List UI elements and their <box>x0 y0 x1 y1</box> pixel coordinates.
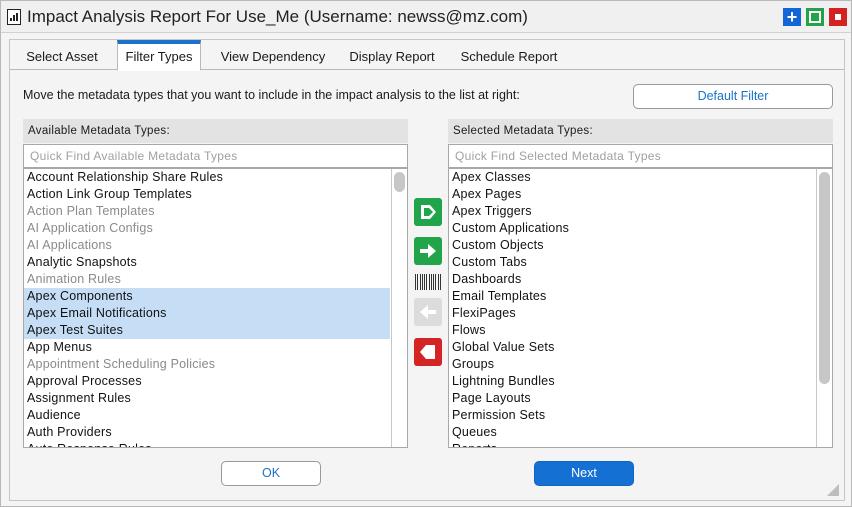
available-scrollbar[interactable] <box>391 169 407 447</box>
selected-list-item[interactable]: Lightning Bundles <box>449 373 815 390</box>
selected-list-header: Selected Metadata Types: <box>448 119 833 143</box>
selected-list-item[interactable]: Email Templates <box>449 288 815 305</box>
selected-list-item[interactable]: Permission Sets <box>449 407 815 424</box>
move-left-button[interactable] <box>414 298 442 326</box>
selected-list-item[interactable]: Page Layouts <box>449 390 815 407</box>
selected-list-item[interactable]: Reports <box>449 441 815 447</box>
tab-filter-types[interactable]: Filter Types <box>117 40 201 71</box>
tab-view-dependency[interactable]: View Dependency <box>214 40 332 70</box>
tab-schedule-report[interactable]: Schedule Report <box>454 40 564 70</box>
available-list-item[interactable]: Apex Test Suites <box>24 322 390 339</box>
selected-list-item[interactable]: Apex Classes <box>449 169 815 186</box>
move-all-right-button[interactable] <box>414 198 442 226</box>
tab-bar: Select Asset Filter Types View Dependenc… <box>10 40 844 71</box>
available-list-item[interactable]: Analytic Snapshots <box>24 254 390 271</box>
available-list-item[interactable]: Assignment Rules <box>24 390 390 407</box>
available-metadata-list[interactable]: Account Relationship Share Rules Action L… <box>23 168 408 448</box>
next-button[interactable]: Next <box>534 461 634 486</box>
selected-list-item[interactable]: Queues <box>449 424 815 441</box>
available-list-item[interactable]: Auto Response Rules <box>24 441 390 447</box>
plus-icon: + <box>786 7 798 27</box>
available-list-item[interactable]: AI Application Configs <box>24 220 390 237</box>
available-list-item[interactable]: App Menus <box>24 339 390 356</box>
available-list-item[interactable]: Apex Components <box>24 288 390 305</box>
selected-search-input[interactable]: Quick Find Selected Metadata Types <box>448 144 833 168</box>
available-list-item[interactable]: Animation Rules <box>24 271 390 288</box>
tab-select-asset[interactable]: Select Asset <box>18 40 106 70</box>
available-scroll-thumb[interactable] <box>394 172 405 192</box>
selected-list-item[interactable]: Custom Applications <box>449 220 815 237</box>
available-list-item[interactable]: Approval Processes <box>24 373 390 390</box>
ok-button[interactable]: OK <box>221 461 321 486</box>
available-list-item[interactable]: Action Link Group Templates <box>24 186 390 203</box>
content-panel: Select Asset Filter Types View Dependenc… <box>9 39 845 501</box>
selected-list-item[interactable]: Apex Pages <box>449 186 815 203</box>
move-right-button[interactable] <box>414 237 442 265</box>
available-list-item[interactable]: Auth Providers <box>24 424 390 441</box>
move-all-left-button[interactable] <box>414 338 442 366</box>
selected-metadata-list[interactable]: Apex Classes Apex Pages Apex Triggers Custo… <box>448 168 833 448</box>
available-list-item[interactable]: AI Applications <box>24 237 390 254</box>
title-bar: Impact Analysis Report For Use_Me (Usern… <box>1 1 851 33</box>
instruction-text: Move the metadata types that you want to… <box>23 88 520 102</box>
splitter-handle[interactable] <box>415 274 441 290</box>
resize-grip-icon[interactable] <box>827 484 839 496</box>
available-list-item[interactable]: Account Relationship Share Rules <box>24 169 390 186</box>
maximize-button[interactable]: + <box>783 8 801 26</box>
selected-list-item[interactable]: Dashboards <box>449 271 815 288</box>
available-list-item[interactable]: Appointment Scheduling Policies <box>24 356 390 373</box>
restore-button[interactable] <box>806 8 824 26</box>
selected-list-item[interactable]: Apex Triggers <box>449 203 815 220</box>
available-list-header: Available Metadata Types: <box>23 119 408 143</box>
default-filter-button[interactable]: Default Filter <box>633 84 833 109</box>
move-left-arrow-icon <box>420 305 436 319</box>
move-all-left-icon <box>420 345 435 359</box>
selected-list-item[interactable]: Global Value Sets <box>449 339 815 356</box>
window-title: Impact Analysis Report For Use_Me (Usern… <box>27 7 528 26</box>
impact-analysis-window: Impact Analysis Report For Use_Me (Usern… <box>0 0 852 507</box>
close-button[interactable] <box>829 8 847 26</box>
selected-list-item[interactable]: Custom Tabs <box>449 254 815 271</box>
selected-list-item[interactable]: FlexiPages <box>449 305 815 322</box>
selected-scrollbar[interactable] <box>816 169 832 447</box>
selected-scroll-thumb[interactable] <box>819 172 830 384</box>
available-list-item[interactable]: Action Plan Templates <box>24 203 390 220</box>
available-search-input[interactable]: Quick Find Available Metadata Types <box>23 144 408 168</box>
move-all-right-icon <box>421 205 436 219</box>
available-list-item[interactable]: Audience <box>24 407 390 424</box>
available-list-item[interactable]: Apex Email Notifications <box>24 305 390 322</box>
selected-list-item[interactable]: Groups <box>449 356 815 373</box>
report-icon <box>7 9 21 25</box>
tab-display-report[interactable]: Display Report <box>344 40 440 70</box>
move-right-arrow-icon <box>420 244 436 258</box>
selected-list-item[interactable]: Flows <box>449 322 815 339</box>
selected-list-item[interactable]: Custom Objects <box>449 237 815 254</box>
